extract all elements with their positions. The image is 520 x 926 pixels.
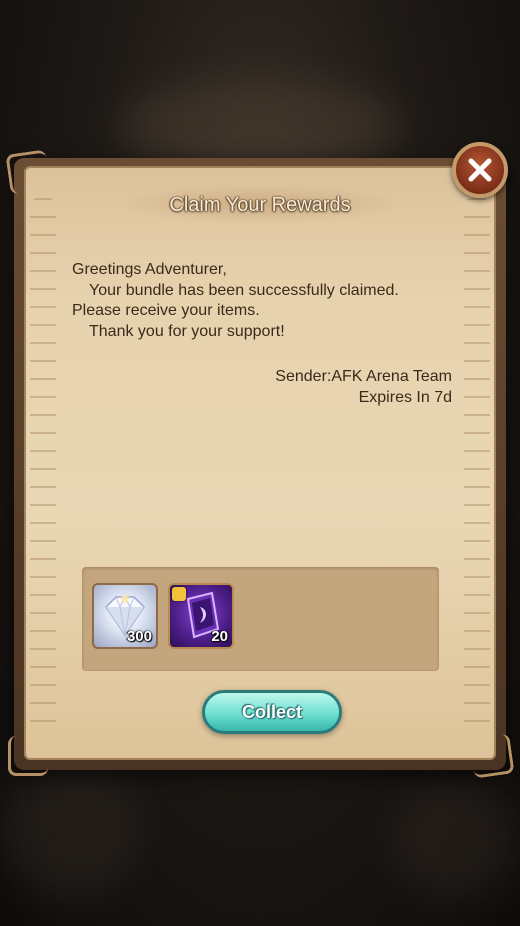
collect-button[interactable]: Collect bbox=[202, 690, 342, 734]
background-blur bbox=[390, 780, 520, 900]
reward-item-diamonds[interactable]: 300 bbox=[92, 583, 158, 649]
message-line: Thank you for your support! bbox=[89, 322, 285, 340]
sender-info: Sender:AFK Arena Team Expires In 7d bbox=[275, 367, 452, 408]
item-count: 20 bbox=[211, 628, 228, 645]
close-icon bbox=[468, 158, 492, 182]
message-body: Greetings Adventurer, Your bundle has be… bbox=[72, 260, 472, 342]
parchment-panel: Claim Your Rewards Greetings Adventurer,… bbox=[24, 166, 496, 760]
expiry-label: Expires In 7d bbox=[358, 388, 452, 406]
reward-items-tray: 300 20 bbox=[82, 567, 439, 671]
message-line: Your bundle has been successfully claime… bbox=[89, 281, 399, 299]
dialog-title: Claim Your Rewards bbox=[169, 194, 351, 216]
puzzle-piece-icon bbox=[172, 587, 186, 601]
message-line: Please receive your items. bbox=[72, 302, 260, 319]
background-blur bbox=[120, 80, 400, 170]
frame-corner bbox=[8, 736, 48, 776]
close-button[interactable] bbox=[452, 142, 508, 198]
frame-corner bbox=[469, 733, 515, 779]
side-ornament bbox=[30, 198, 56, 738]
background-blur bbox=[0, 760, 140, 900]
item-count: 300 bbox=[126, 628, 152, 645]
sender-label: Sender:AFK Arena Team bbox=[275, 368, 452, 385]
message-line: Greetings Adventurer, bbox=[72, 261, 227, 278]
reward-item-card[interactable]: 20 bbox=[168, 583, 234, 649]
rewards-dialog: Claim Your Rewards Greetings Adventurer,… bbox=[5, 149, 515, 779]
frame-corner bbox=[5, 149, 51, 195]
